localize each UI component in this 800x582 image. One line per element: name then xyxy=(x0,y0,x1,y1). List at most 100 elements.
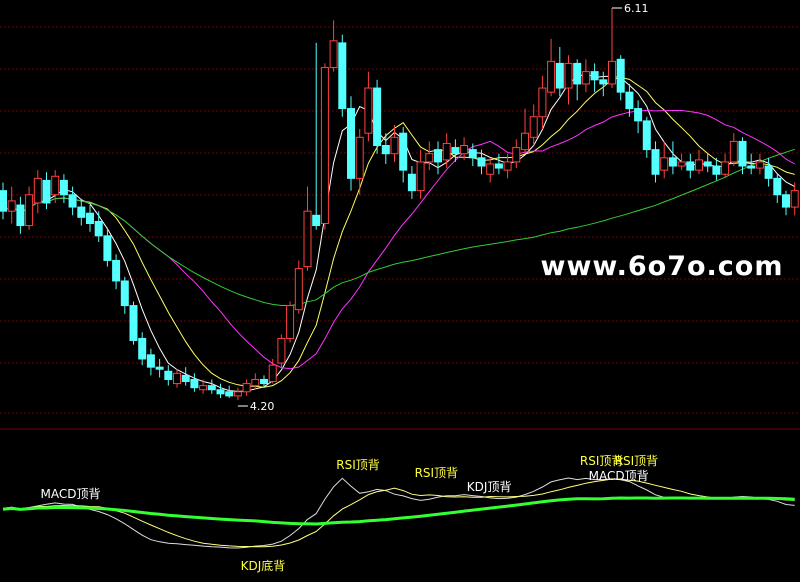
candle xyxy=(703,153,712,173)
candle xyxy=(277,334,286,368)
candle xyxy=(77,198,86,226)
candle xyxy=(260,375,268,388)
candle xyxy=(581,59,590,93)
candle-body-down xyxy=(399,132,408,171)
candle-body-up xyxy=(286,305,295,339)
candle-body-down xyxy=(181,374,190,383)
candle-body-up xyxy=(364,87,373,134)
candle xyxy=(338,34,347,117)
candle-body-up xyxy=(173,372,181,385)
candle xyxy=(416,149,425,199)
annotation-label: RSI顶背 xyxy=(615,454,659,468)
candle-body-up xyxy=(425,153,434,163)
price-markers: 6.11 4.20 xyxy=(237,2,649,413)
candle-body-up xyxy=(242,383,251,393)
candle-body-down xyxy=(59,179,68,196)
osc-line-slow xyxy=(2,478,795,548)
candle-body-up xyxy=(33,177,42,204)
candle xyxy=(555,46,564,97)
candle xyxy=(521,108,529,154)
candle xyxy=(599,71,608,97)
candle-body-down xyxy=(494,163,503,169)
candle-body-down xyxy=(477,157,486,167)
candle xyxy=(590,63,599,93)
candle-body-up xyxy=(677,161,686,167)
candle xyxy=(207,379,216,394)
candle-body-up xyxy=(442,142,451,161)
candle-body-up xyxy=(608,60,616,85)
candle xyxy=(425,141,434,171)
candle-body-up xyxy=(660,157,669,171)
candle-body-down xyxy=(616,58,625,93)
candle-body-down xyxy=(225,391,234,397)
candle-body-up xyxy=(7,200,16,212)
candle-body-up xyxy=(329,40,338,69)
candle xyxy=(512,139,521,169)
candle-body-up xyxy=(729,140,738,163)
candle xyxy=(173,369,181,388)
candle xyxy=(268,358,277,384)
candle-body-up xyxy=(521,132,529,151)
candle xyxy=(286,301,295,343)
candle-body-down xyxy=(747,165,756,169)
candle xyxy=(120,276,129,314)
candle-body-down xyxy=(573,62,582,85)
candle-body-down xyxy=(146,354,155,368)
ma5-line xyxy=(2,73,795,392)
candle xyxy=(773,174,782,203)
candle xyxy=(782,190,790,216)
annotation-label: KDJ顶背 xyxy=(467,480,512,494)
candle-body-down xyxy=(77,206,86,218)
candle-body-down xyxy=(434,149,442,163)
ma20-line xyxy=(2,109,795,370)
candle-body-down xyxy=(207,385,216,391)
candle-body-up xyxy=(320,67,329,224)
candle-body-down xyxy=(138,337,147,360)
candle xyxy=(686,153,695,179)
candle-body-up xyxy=(581,71,590,85)
candle xyxy=(129,301,138,345)
candle xyxy=(155,358,164,378)
candle xyxy=(16,196,25,234)
osc-line-fast xyxy=(2,477,795,549)
candle xyxy=(721,153,730,179)
candle xyxy=(112,254,121,290)
candle xyxy=(660,141,669,179)
candle-body-up xyxy=(721,161,730,175)
candle xyxy=(294,260,303,314)
candle-body-down xyxy=(190,378,199,389)
candle xyxy=(608,8,616,89)
candle xyxy=(729,133,738,167)
candle xyxy=(755,153,764,175)
candle xyxy=(460,137,469,160)
candle-body-down xyxy=(216,389,225,395)
candle-body-down xyxy=(16,204,25,227)
candle-body-down xyxy=(451,147,460,155)
candle-body-down xyxy=(120,280,129,307)
grid-lines xyxy=(0,26,800,414)
candle-body-down xyxy=(155,366,164,370)
candle xyxy=(547,38,556,97)
candle-body-down xyxy=(555,62,564,89)
candle-body-down xyxy=(703,161,712,167)
high-marker-label: 6.11 xyxy=(624,2,649,15)
candle-body-down xyxy=(668,157,677,167)
candle xyxy=(7,186,16,224)
candle-body-up xyxy=(503,161,512,171)
candle-body-up xyxy=(277,337,286,364)
candle-body-down xyxy=(129,305,138,341)
candle xyxy=(181,367,190,386)
candle-body-down xyxy=(42,179,51,204)
candle xyxy=(494,153,503,175)
annotation-label: RSI顶背 xyxy=(415,466,459,480)
candle-body-down xyxy=(86,212,94,224)
annotation-label: RSI顶背 xyxy=(336,458,380,472)
candle-body-down xyxy=(164,370,173,380)
candle-body-up xyxy=(416,161,425,192)
candle xyxy=(303,186,312,271)
candle xyxy=(677,153,686,171)
candle xyxy=(642,116,651,158)
candle-body-down xyxy=(782,194,790,208)
candle-body-up xyxy=(460,145,469,155)
candle xyxy=(434,141,442,175)
